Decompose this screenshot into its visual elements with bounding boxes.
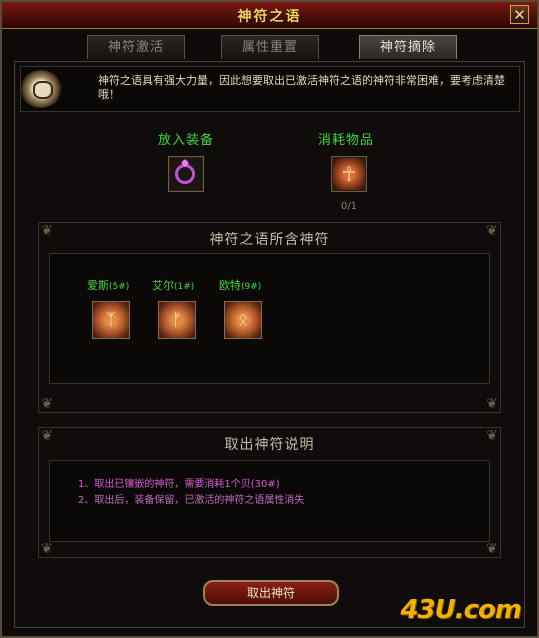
corner-ornament-icon: ❦: [41, 541, 53, 557]
tab-attribute-reset[interactable]: 属性重置: [221, 35, 319, 59]
rune-label-1: 爱斯(5#): [87, 279, 130, 292]
consumable-count: 0/1: [340, 201, 358, 212]
consumable-slot-label: 消耗物品: [318, 133, 375, 148]
equipment-slot-label: 放入装备: [158, 133, 215, 148]
corner-ornament-icon: ❦: [486, 428, 498, 444]
rune-label-2: 艾尔(1#): [152, 279, 195, 292]
rune-slot-3[interactable]: ᛟ: [224, 301, 262, 339]
rune-glyph-icon: ᚠ: [171, 310, 183, 330]
seal-icon: [20, 70, 62, 108]
tab-rune-activate[interactable]: 神符激活: [87, 35, 185, 59]
extract-rune-button[interactable]: 取出神符: [203, 580, 339, 606]
instruction-line-2: 2、取出后，装备保留，已激活的神符之语属性消失: [78, 495, 305, 506]
equipment-slot[interactable]: [168, 156, 204, 192]
instructions-section: 取出神符说明 ❦ ❦ ❦ ❦: [38, 427, 501, 558]
corner-ornament-icon: ❦: [41, 223, 53, 239]
corner-ornament-icon: ❦: [486, 223, 498, 239]
corner-ornament-icon: ❦: [41, 396, 53, 412]
ring-icon: [175, 164, 195, 184]
corner-ornament-icon: ❦: [486, 396, 498, 412]
ankh-rune-icon: ☥: [341, 162, 357, 186]
rune-label-3: 欧特(9#): [219, 279, 262, 292]
instruction-line-1: 1、取出已镶嵌的神符，需要消耗1个贝(30#): [78, 479, 280, 490]
tab-bar: 神符激活 属性重置 神符摘除: [87, 35, 462, 59]
rune-slot-2[interactable]: ᚠ: [158, 301, 196, 339]
instructions-title: 取出神符说明: [224, 437, 315, 453]
tab-rune-remove[interactable]: 神符摘除: [359, 35, 457, 59]
rune-glyph-icon: ᛉ: [105, 310, 117, 330]
watermark-logo: 43U.com: [400, 595, 522, 625]
consumable-slot[interactable]: ☥: [331, 156, 367, 192]
rune-glyph-icon: ᛟ: [237, 310, 249, 330]
notice-text: 神符之语具有强大力量，因此想要取出已激活神符之语的神符非常困难，要考虑清楚哦！: [98, 74, 505, 101]
rune-slot-1[interactable]: ᛉ: [92, 301, 130, 339]
corner-ornament-icon: ❦: [486, 541, 498, 557]
title-bar[interactable]: 神符之语 ✕: [2, 2, 537, 29]
close-button[interactable]: ✕: [510, 5, 529, 24]
window-title: 神符之语: [237, 9, 302, 25]
close-icon: ✕: [513, 6, 526, 24]
runes-section-title: 神符之语所含神符: [209, 232, 330, 248]
corner-ornament-icon: ❦: [41, 428, 53, 444]
